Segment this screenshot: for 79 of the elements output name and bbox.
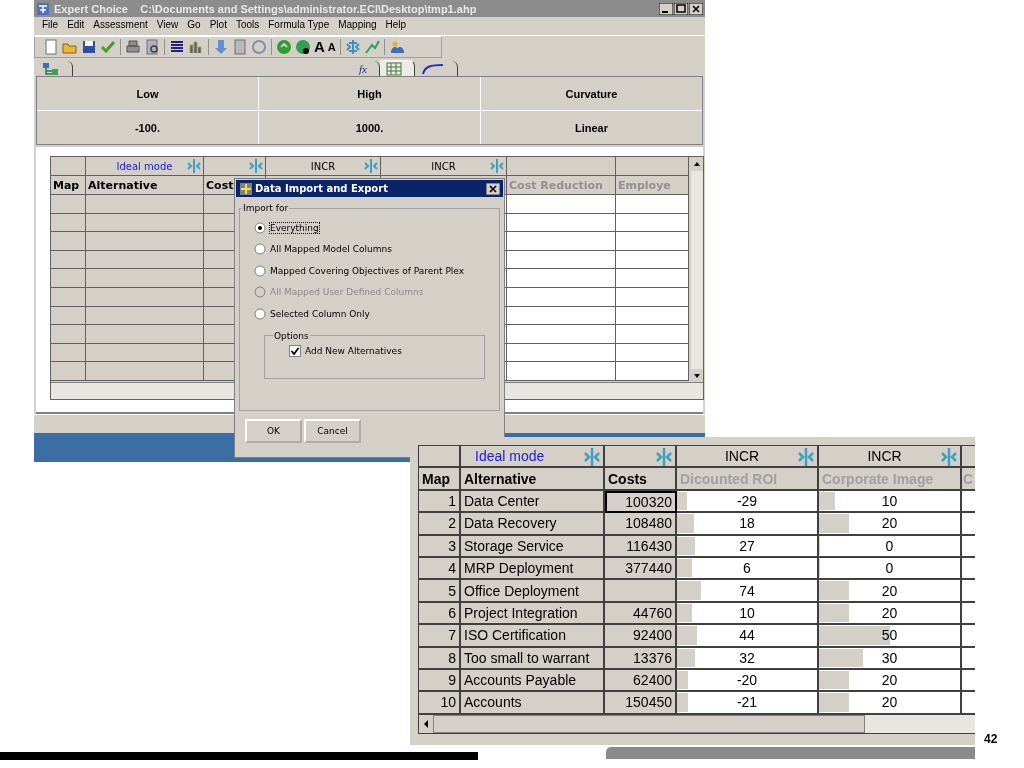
table-cell: 20	[819, 692, 962, 715]
table-cell: 20	[819, 580, 962, 603]
table-cell: Data Center	[461, 490, 605, 514]
ok-button[interactable]: OK	[245, 419, 302, 443]
column-header: Costs	[605, 468, 677, 491]
row-number: 7	[419, 625, 461, 648]
font-size-button[interactable]: A	[314, 39, 325, 55]
row-number: 8	[419, 647, 461, 670]
table-cell: 74	[677, 580, 819, 603]
group-label: Import for	[242, 203, 290, 213]
menu-item[interactable]: View	[156, 19, 179, 33]
column-header: Map	[419, 468, 461, 491]
row-number: 4	[419, 557, 461, 581]
column-mode-label: INCR	[431, 160, 456, 172]
table-cell: 18	[677, 513, 819, 536]
table-cell: 27	[677, 535, 819, 558]
menu-item[interactable]: Mapping	[338, 19, 377, 33]
menu-item[interactable]: Plot	[209, 19, 227, 33]
group-label: Options	[273, 330, 310, 341]
radio-option[interactable]: Mapped Covering Objectives of Parent Plex	[254, 260, 493, 282]
row-number: 1	[419, 490, 461, 514]
table-cell: 20	[819, 602, 962, 626]
column-header: Map	[51, 176, 86, 195]
table-cell: 6	[677, 557, 819, 581]
table-cell: -20	[677, 669, 819, 693]
row-number: 3	[419, 535, 461, 558]
table-cell: 30	[819, 647, 962, 670]
column-mode-label: INCR	[867, 448, 902, 465]
table-cell: Accounts Payable	[461, 669, 605, 693]
checkbox-option[interactable]: Add New Alternatives	[289, 340, 476, 362]
row-number: 6	[419, 602, 461, 626]
row-number: 9	[419, 669, 461, 693]
column-mode-label: INCR	[724, 448, 760, 465]
table-cell: 0	[819, 557, 962, 581]
table-cell: 20	[819, 669, 962, 693]
table-cell: 10	[677, 602, 819, 626]
table-cell: Data Recovery	[461, 513, 605, 536]
column-header: Curvature	[481, 77, 702, 110]
table-cell: -29	[677, 490, 819, 514]
column-header: High	[259, 77, 480, 110]
radio-option[interactable]: Everything	[254, 217, 493, 239]
table-cell: Storage Service	[461, 535, 605, 558]
table-cell: 100320	[605, 490, 677, 514]
column-mode-label: Ideal mode	[475, 448, 545, 465]
table-cell: MRP Deployment	[461, 557, 605, 581]
table-cell: Project Integration	[461, 602, 605, 626]
table-cell: Linear	[481, 111, 702, 144]
column-mode-label: Ideal mode	[116, 160, 173, 172]
column-header: Low	[37, 77, 258, 110]
page-number: 42	[984, 732, 998, 746]
radio-option[interactable]: Selected Column Only	[254, 303, 493, 325]
window-title: Expert Choice C:\Documents and Settings\administrator.ECI\Desktop\tmp1.ahp	[54, 2, 478, 15]
table-cell: -100.	[37, 111, 258, 144]
table-cell: 50	[819, 625, 962, 648]
column-header: Alternative	[461, 468, 605, 491]
row-number: 2	[419, 513, 461, 536]
radio-option[interactable]: All Mapped Model Columns	[254, 238, 493, 260]
menu-item[interactable]: Edit	[67, 19, 85, 33]
menu-item[interactable]: Go	[187, 19, 201, 33]
row-number: 5	[419, 580, 461, 603]
font-size-button[interactable]: A	[327, 39, 336, 55]
column-mode-label: INCR	[310, 160, 336, 172]
table-cell: ISO Certification	[461, 625, 605, 648]
menu-item[interactable]: Tools	[235, 19, 260, 33]
table-cell: 32	[677, 647, 819, 670]
table-cell: -21	[677, 692, 819, 715]
cancel-button[interactable]: Cancel	[304, 419, 361, 443]
table-cell: 0	[819, 535, 962, 558]
menu-item[interactable]: Formula Type	[268, 19, 330, 33]
menu-item[interactable]: File	[42, 19, 59, 33]
table-cell: 44	[677, 625, 819, 648]
menu-item[interactable]: Help	[385, 19, 407, 33]
table-cell: 20	[819, 513, 962, 536]
column-header: Alternative	[86, 176, 204, 195]
table-cell: Too small to warrant	[461, 647, 605, 670]
table-cell: Office Deployment	[461, 580, 605, 603]
menu-item[interactable]: Assessment	[93, 19, 148, 33]
table-cell: 10	[819, 490, 962, 514]
table-cell: 1000.	[259, 111, 480, 144]
